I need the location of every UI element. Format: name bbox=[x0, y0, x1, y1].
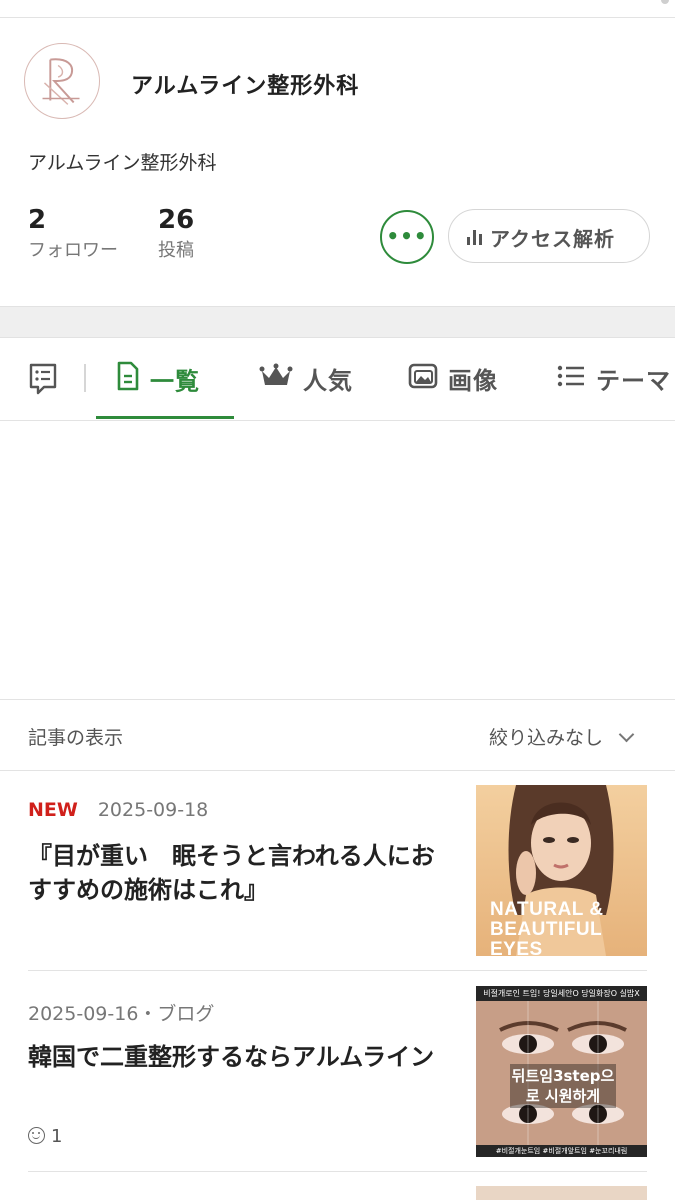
post-thumbnail[interactable]: 비절개로인 트임! 당일세안O 당일화장O 실밥X 뒤트임3step으로 시원하… bbox=[476, 986, 647, 1157]
tab-divider bbox=[84, 364, 86, 392]
status-dot bbox=[661, 0, 669, 4]
tab-themes[interactable]: テーマ bbox=[556, 361, 671, 396]
list-icon bbox=[556, 364, 586, 394]
post-divider bbox=[28, 970, 647, 971]
followers-stat[interactable]: 2 フォロワー bbox=[28, 203, 118, 265]
post-divider bbox=[28, 1171, 647, 1172]
thumbnail-top-text: 비절개로인 트임! 당일세안O 당일화장O 실밥X bbox=[476, 986, 647, 1001]
tab-themes-label: テーマ bbox=[596, 367, 671, 395]
tab-images-label: 画像 bbox=[448, 367, 498, 395]
tab-popular[interactable]: 人気 bbox=[259, 361, 353, 396]
filter-divider-top bbox=[0, 699, 675, 700]
likes-count: 1 bbox=[28, 1126, 62, 1147]
tab-images[interactable]: 画像 bbox=[408, 361, 498, 396]
active-tab-indicator bbox=[96, 416, 234, 419]
post-title[interactable]: 韓国で二重整形するならアルムライン bbox=[28, 1040, 448, 1074]
followers-label: フォロワー bbox=[28, 240, 118, 261]
feed-icon[interactable] bbox=[28, 363, 58, 399]
logo-monogram-icon bbox=[42, 58, 80, 105]
filter-selected-value: 絞り込みなし bbox=[489, 727, 604, 749]
thumbnail-bottom-text: #비절개눈트임 #비절개앞트임 #눈꼬리내림 bbox=[476, 1145, 647, 1157]
post-thumbnail[interactable] bbox=[476, 1186, 647, 1200]
tab-popular-label: 人気 bbox=[303, 367, 353, 395]
post-meta: NEW 2025-09-18 bbox=[28, 799, 208, 821]
blog-logo[interactable] bbox=[24, 43, 100, 119]
crown-icon bbox=[259, 363, 293, 395]
section-separator bbox=[0, 306, 675, 338]
top-divider bbox=[0, 17, 675, 18]
tab-bar: 一覧 人気 画像 テーマ bbox=[0, 337, 675, 421]
blog-name[interactable]: アルムライン整形外科 bbox=[131, 68, 359, 100]
smile-icon bbox=[28, 1127, 45, 1144]
new-badge: NEW bbox=[28, 799, 78, 821]
filter-label: 記事の表示 bbox=[28, 727, 124, 749]
tab-list-label: 一覧 bbox=[150, 367, 200, 396]
post-date: 2025-09-18 bbox=[97, 799, 209, 821]
more-dots-icon: ••• bbox=[386, 224, 428, 248]
posts-count: 26 bbox=[158, 205, 195, 235]
tab-list[interactable]: 一覧 bbox=[116, 361, 200, 397]
more-options-button[interactable]: ••• bbox=[380, 210, 434, 264]
post-thumbnail[interactable]: NATURAL & BEAUTIFUL EYES bbox=[476, 785, 647, 956]
likes-value: 1 bbox=[51, 1126, 63, 1147]
thumbnail-caption: 뒤트임3step으로 시원하게 bbox=[510, 1064, 616, 1108]
chevron-down-icon bbox=[618, 726, 635, 743]
followers-count: 2 bbox=[28, 205, 47, 235]
document-icon bbox=[116, 361, 140, 397]
blog-description: アルムライン整形外科 bbox=[28, 152, 217, 174]
post-meta: 2025-09-16・ブログ bbox=[28, 1003, 215, 1025]
thumbnail-caption: NATURAL & BEAUTIFUL EYES bbox=[490, 899, 604, 957]
images-icon bbox=[408, 363, 438, 395]
post-title[interactable]: 『目が重い 眠そうと言われる人におすすめの施術はこれ』 bbox=[28, 839, 448, 907]
posts-stat[interactable]: 26 投稿 bbox=[158, 203, 194, 265]
bar-chart-icon bbox=[467, 229, 483, 245]
filter-dropdown[interactable]: 絞り込みなし bbox=[489, 723, 635, 750]
access-analytics-button[interactable]: アクセス解析 bbox=[448, 209, 650, 263]
posts-label: 投稿 bbox=[158, 240, 194, 261]
access-analytics-label: アクセス解析 bbox=[490, 227, 615, 251]
